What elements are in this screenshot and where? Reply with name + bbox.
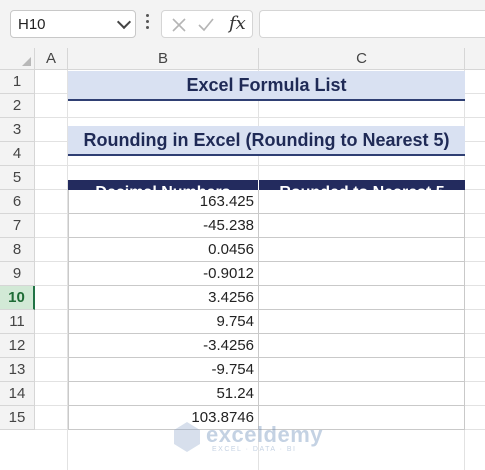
row-header-4[interactable]: 4 — [0, 142, 35, 166]
decimal-number-cell[interactable]: -0.9012 — [68, 262, 259, 286]
decimal-number-cell[interactable]: -3.4256 — [68, 334, 259, 358]
formula-actions: fx — [161, 10, 253, 38]
row-header-9[interactable]: 9 — [0, 262, 35, 286]
column-header-a[interactable]: A — [35, 48, 68, 70]
chevron-down-icon[interactable] — [116, 14, 132, 30]
column-header-c[interactable]: C — [259, 48, 465, 70]
rounded-value-cell[interactable] — [259, 406, 465, 430]
rounded-value-cell[interactable] — [259, 286, 465, 310]
cancel-icon[interactable] — [171, 17, 187, 33]
decimal-number-cell[interactable]: 0.0456 — [68, 238, 259, 262]
row-header-13[interactable]: 13 — [0, 358, 35, 382]
insert-function-icon[interactable]: fx — [229, 13, 246, 34]
more-options-icon[interactable] — [146, 14, 150, 32]
name-box-value: H10 — [18, 16, 46, 33]
rounded-value-cell[interactable] — [259, 382, 465, 406]
row-header-7[interactable]: 7 — [0, 214, 35, 238]
rounded-value-cell[interactable] — [259, 310, 465, 334]
column-header-d[interactable] — [465, 48, 485, 70]
rounded-value-cell[interactable] — [259, 262, 465, 286]
decimal-number-cell[interactable]: 3.4256 — [68, 286, 259, 310]
row-header-6[interactable]: 6 — [0, 190, 35, 214]
row-header-3[interactable]: 3 — [0, 118, 35, 142]
row-header-1[interactable]: 1 — [0, 70, 35, 94]
gridline — [35, 117, 485, 118]
row-header-14[interactable]: 14 — [0, 382, 35, 406]
sheet-subtitle[interactable]: Rounding in Excel (Rounding to Nearest 5… — [68, 126, 465, 156]
row-header-11[interactable]: 11 — [0, 310, 35, 334]
row-header-12[interactable]: 12 — [0, 334, 35, 358]
rounded-value-cell[interactable] — [259, 334, 465, 358]
formula-bar: H10 fx — [0, 0, 485, 49]
row-header-5[interactable]: 5 — [0, 166, 35, 190]
confirm-icon[interactable] — [197, 17, 215, 33]
row-header-10[interactable]: 10 — [0, 286, 35, 310]
rounded-value-cell[interactable] — [259, 238, 465, 262]
decimal-number-cell[interactable]: 51.24 — [68, 382, 259, 406]
decimal-number-cell[interactable]: -9.754 — [68, 358, 259, 382]
rounded-value-cell[interactable] — [259, 214, 465, 238]
rounded-value-cell[interactable] — [259, 190, 465, 214]
name-box[interactable]: H10 — [10, 10, 136, 38]
row-header-15[interactable]: 15 — [0, 406, 35, 430]
column-header-b[interactable]: B — [68, 48, 259, 70]
gridline — [35, 165, 485, 166]
decimal-number-cell[interactable]: 9.754 — [68, 310, 259, 334]
watermark-tagline: EXCEL · DATA · BI — [212, 446, 297, 453]
row-header-2[interactable]: 2 — [0, 94, 35, 118]
sheet-title[interactable]: Excel Formula List — [68, 71, 465, 101]
decimal-number-cell[interactable]: -45.238 — [68, 214, 259, 238]
decimal-number-cell[interactable]: 103.8746 — [68, 406, 259, 430]
formula-input[interactable] — [259, 10, 485, 38]
rounded-value-cell[interactable] — [259, 358, 465, 382]
decimal-number-cell[interactable]: 163.425 — [68, 190, 259, 214]
select-all-corner[interactable] — [0, 48, 35, 70]
row-header-8[interactable]: 8 — [0, 238, 35, 262]
